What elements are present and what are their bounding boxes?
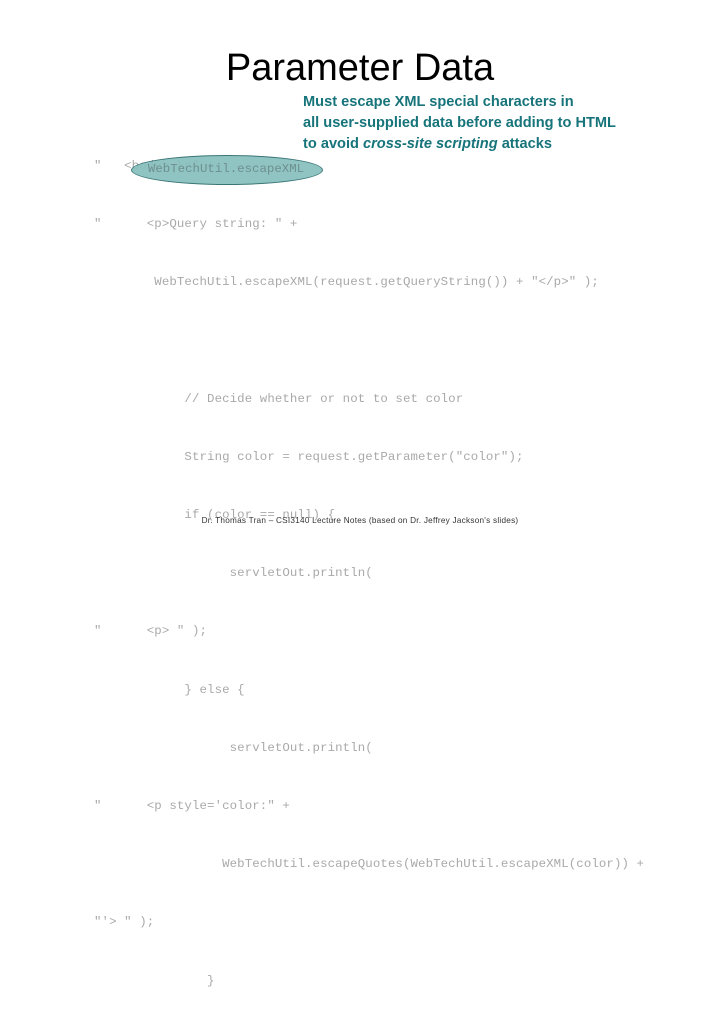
code-line: " <p>Query string: " + [94,217,298,232]
code-line: WebTechUtil.escapeXML(request.getQuerySt… [94,275,599,290]
slide-canvas: Parameter Data " <body> \n" + " <p>Query… [0,0,720,988]
code-line: "'> " ); [94,915,155,930]
annotation-line-3-suffix: attacks [497,136,552,152]
page-title: Parameter Data [225,47,495,89]
ellipse-highlight-shape [131,155,323,185]
code-line: String color = request.getParameter("col… [94,449,524,464]
code-line: " <p style='color:" + [94,799,290,814]
annotation-line-1: Must escape XML special characters in [303,94,574,110]
annotation-callout: Must escape XML special characters in al… [303,92,683,155]
annotation-line-2: all user-supplied data before adding to … [303,115,616,131]
code-line: servletOut.println( [94,740,373,755]
code-line: } else { [94,682,245,697]
annotation-line-3: to avoid cross-site scripting attacks [303,134,683,155]
slide-footer: Dr. Thomas Tran – CSI3140 Lecture Notes … [201,516,519,525]
code-line: servletOut.println( [94,566,373,581]
code-line: WebTechUtil.escapeQuotes(WebTechUtil.esc… [94,857,645,872]
annotation-emphasis-term: cross-site scripting [363,136,498,152]
code-line: " <p> " ); [94,624,208,639]
annotation-line-3-prefix: to avoid [303,136,363,152]
code-line: } [94,973,215,988]
code-listing: " <body> \n" + " <p>Query string: " + We… [94,118,694,1030]
code-line: // Decide whether or not to set color [94,391,464,406]
